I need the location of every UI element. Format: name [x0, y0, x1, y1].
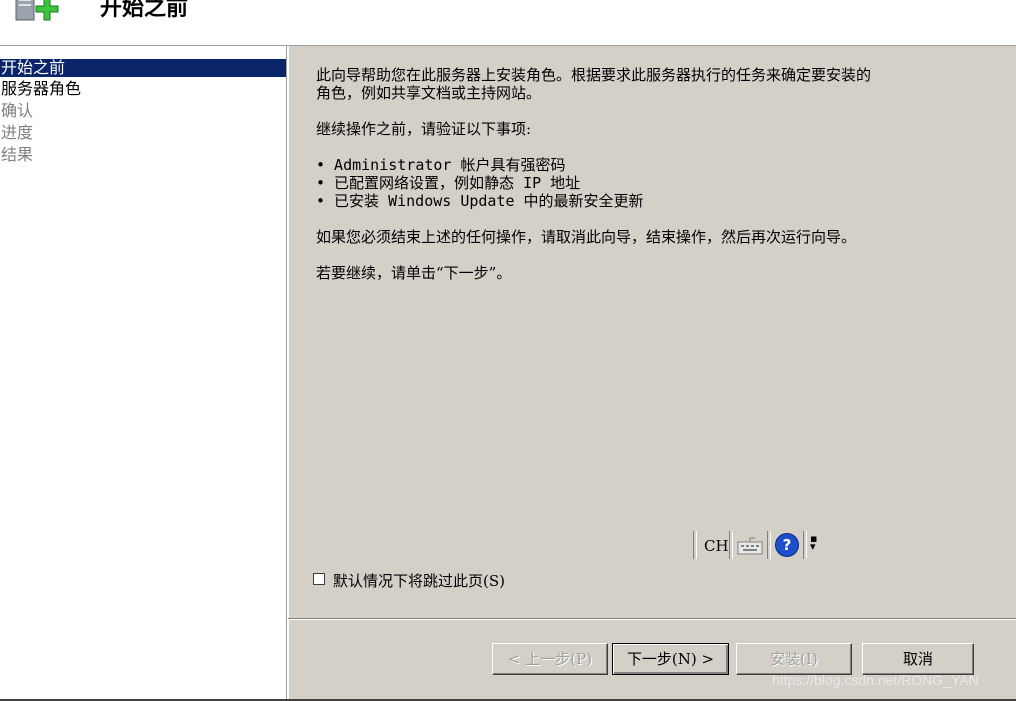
list-item: • Administrator 帐户具有强密码 — [316, 156, 566, 174]
cancel-button[interactable]: 取消 — [862, 643, 974, 675]
langbar-separator — [803, 531, 807, 559]
footer-divider-highlight — [288, 619, 1016, 620]
options-icon[interactable]: ▪ ▾ — [810, 533, 817, 552]
wizard-header: 开始之前 — [0, 0, 1016, 46]
next-button[interactable]: 下一步(N) > — [612, 643, 729, 675]
back-button[interactable]: < 上一步(P) — [492, 643, 608, 675]
nav-item-progress: 进度 — [1, 123, 34, 142]
help-icon[interactable]: ? — [775, 533, 799, 557]
wizard-nav: 开始之前 服务器角色 确认 进度 结果 — [0, 46, 286, 701]
language-indicator[interactable]: CH — [704, 537, 729, 555]
install-button[interactable]: 安装(I) — [736, 643, 852, 675]
page-title: 开始之前 — [100, 0, 189, 21]
nav-item-results: 结果 — [1, 145, 34, 164]
keyboard-icon[interactable] — [737, 536, 763, 556]
nav-item-server-roles[interactable]: 服务器角色 — [0, 79, 286, 99]
language-bar: CH ? ▪ ▾ — [693, 530, 823, 560]
nav-divider — [286, 46, 289, 701]
skip-page-label[interactable]: 默认情况下将跳过此页(S) — [333, 570, 505, 591]
langbar-separator — [767, 531, 771, 559]
server-add-icon — [15, 0, 59, 21]
nav-item-before-you-begin[interactable]: 开始之前 — [0, 59, 286, 77]
intro-text-1: 此向导帮助您在此服务器上安装角色。根据要求此服务器执行的任务来确定要安装的 — [316, 66, 872, 84]
wizard-content: 此向导帮助您在此服务器上安装角色。根据要求此服务器执行的任务来确定要安装的 角色… — [316, 66, 996, 282]
list-item: • 已配置网络设置，例如静态 IP 地址 — [316, 174, 581, 192]
intro-text-2: 角色，例如共享文档或主持网站。 — [316, 84, 542, 102]
continue-note: 若要继续，请单击“下一步”。 — [316, 264, 512, 282]
nav-item-confirmation: 确认 — [1, 101, 34, 120]
cancel-note: 如果您必须结束上述的任何操作，请取消此向导，结束操作，然后再次运行向导。 — [316, 228, 857, 246]
list-item: • 已安装 Windows Update 中的最新安全更新 — [316, 192, 644, 210]
watermark-text: https://blog.csdn.net/RONG_YAN — [772, 672, 979, 688]
langbar-separator — [693, 531, 697, 559]
prerequisite-list: • Administrator 帐户具有强密码 • 已配置网络设置，例如静态 I… — [316, 156, 996, 210]
checkbox-box[interactable] — [313, 573, 325, 585]
verify-text: 继续操作之前，请验证以下事项: — [316, 120, 532, 138]
langbar-separator — [729, 531, 733, 559]
